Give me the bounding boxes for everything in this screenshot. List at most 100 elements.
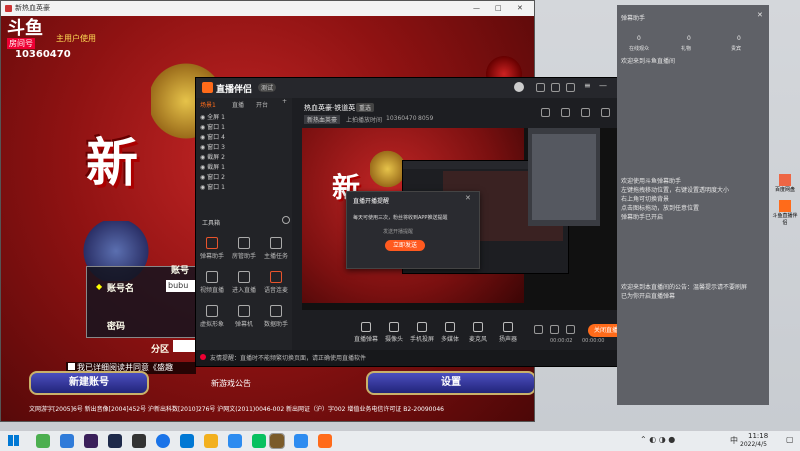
ctl-camera[interactable]: 摄像头 bbox=[380, 322, 408, 343]
source-item[interactable]: ◉ 窗口 1 bbox=[196, 183, 292, 193]
source-list: ◉ 全屏 1 ◉ 窗口 1 ◉ 窗口 4 ◉ 窗口 3 ◉ 截屏 2 ◉ 截屏 … bbox=[196, 113, 292, 193]
send-reminder-button[interactable]: 立即发送 bbox=[385, 240, 425, 251]
timer: 00:00:02 bbox=[550, 338, 573, 344]
taskbar-app-icon[interactable] bbox=[269, 433, 285, 449]
danmu-icon bbox=[361, 322, 371, 332]
ctl-microphone[interactable]: 麦克风 bbox=[464, 322, 492, 343]
phone-icon bbox=[417, 322, 427, 332]
desktop-icon-baidu[interactable]: 百度网盘 bbox=[772, 174, 798, 193]
clock-time[interactable]: 11:18 bbox=[748, 432, 768, 440]
taskbar-app-icon[interactable] bbox=[204, 434, 218, 448]
add-scene-icon[interactable]: + bbox=[282, 98, 287, 105]
game-title-bar[interactable]: 新热血英豪 — □ ✕ bbox=[1, 1, 534, 16]
preview-side-thumb bbox=[528, 128, 600, 226]
baidu-icon bbox=[779, 174, 791, 186]
danmu-assistant-panel[interactable]: 弹幕助手 ✕ 0 0 0 在线观众 礼物 贵宾 欢迎来到斗鱼直播间 欢迎使用斗鱼… bbox=[617, 5, 769, 405]
tab-scene1[interactable]: 场景1 bbox=[200, 100, 216, 109]
server-select[interactable] bbox=[173, 340, 196, 352]
taskbar-app-icon[interactable] bbox=[108, 434, 122, 448]
ctl-speaker[interactable]: 扬声器 bbox=[494, 322, 522, 343]
account-input[interactable]: bubu bbox=[166, 280, 198, 292]
taskbar-app-icon[interactable] bbox=[36, 434, 50, 448]
header-icon[interactable] bbox=[601, 108, 610, 117]
taskbar-app-icon[interactable] bbox=[252, 434, 266, 448]
source-item[interactable]: ◉ 全屏 1 bbox=[196, 113, 292, 123]
source-item[interactable]: ◉ 窗口 2 bbox=[196, 173, 292, 183]
tool-video-live[interactable]: 视频直播 bbox=[196, 267, 228, 299]
game-logo: 新 bbox=[86, 134, 139, 194]
ctl-danmu[interactable]: 直播弹幕 bbox=[352, 322, 380, 343]
dialog-close-icon[interactable]: ✕ bbox=[465, 194, 471, 202]
stat-value: 0 bbox=[687, 35, 691, 42]
tool-enter-live[interactable]: 进入直播 bbox=[228, 267, 260, 299]
source-item[interactable]: ◉ 窗口 4 bbox=[196, 133, 292, 143]
tool-data-assistant[interactable]: 数据助手 bbox=[260, 301, 292, 333]
taskbar-app-icon[interactable] bbox=[228, 434, 242, 448]
stat-value: 0 bbox=[637, 35, 641, 42]
tool-room-admin[interactable]: 房管助手 bbox=[228, 233, 260, 265]
settings-button[interactable]: 设置 bbox=[366, 371, 534, 395]
ime-indicator[interactable]: 中 bbox=[730, 435, 738, 446]
agree-checkbox[interactable] bbox=[68, 363, 75, 370]
tab-open[interactable]: 开台 bbox=[256, 100, 268, 109]
minimize-icon[interactable]: — bbox=[473, 1, 480, 16]
panel-message: 欢迎来到本直播间的公告：温馨提示请不要刷屏 已为你开启直播弹幕 bbox=[621, 284, 748, 300]
source-item[interactable]: ◉ 截屏 2 bbox=[196, 153, 292, 163]
preview-area[interactable]: 新 直播开播提醒 ✕ 每天可使用三次，粉丝将收到APP推送提醒 发送开播提醒 立… bbox=[302, 128, 628, 310]
record-icon[interactable] bbox=[534, 325, 543, 334]
tool-avatar[interactable]: 虚拟形象 bbox=[196, 301, 228, 333]
tool-danmu-assistant[interactable]: 弹幕助手 bbox=[196, 233, 228, 265]
tray-icons[interactable]: ⌃ ◐ ◑ ● bbox=[640, 435, 675, 444]
streamer-app-window[interactable]: 直播伴侣 测试 ≡ — ✕ 场景1 直播 开台 + ◉ 全屏 1 ◉ 窗口 1 … bbox=[195, 77, 635, 367]
taskbar-app-icon[interactable] bbox=[132, 434, 146, 448]
start-icon[interactable] bbox=[8, 435, 19, 446]
taskbar-app-icon[interactable] bbox=[318, 434, 332, 448]
tool-anchor-task[interactable]: 主播任务 bbox=[260, 233, 292, 265]
stat-label: 上拍播放时间 bbox=[346, 117, 383, 124]
mail-icon[interactable] bbox=[536, 83, 545, 92]
taskbar-app-icon[interactable] bbox=[156, 434, 170, 448]
panel-close-icon[interactable]: ✕ bbox=[757, 11, 763, 19]
clock-date[interactable]: 2022/4/5 bbox=[740, 441, 767, 448]
desktop-icon-streamer[interactable]: 斗鱼直播伴侣 bbox=[772, 200, 798, 226]
room-number: 10360470 bbox=[15, 49, 71, 60]
menu-icon[interactable]: ≡ bbox=[584, 81, 591, 90]
avatar[interactable] bbox=[514, 82, 524, 92]
game-tag[interactable]: 新热血英豪 bbox=[304, 115, 341, 124]
gift-icon[interactable] bbox=[551, 83, 560, 92]
server-label: 分区 bbox=[151, 345, 170, 355]
header-icon[interactable] bbox=[561, 108, 570, 117]
header-icon[interactable] bbox=[541, 108, 550, 117]
settings-icon[interactable] bbox=[566, 83, 575, 92]
new-account-button[interactable]: 新建账号 bbox=[29, 371, 149, 395]
source-item[interactable]: ◉ 窗口 3 bbox=[196, 143, 292, 153]
header-icon[interactable] bbox=[581, 108, 590, 117]
voice-icon bbox=[270, 271, 282, 283]
room-tag[interactable]: 重选 bbox=[356, 103, 375, 112]
minimize-icon[interactable]: — bbox=[599, 81, 607, 90]
tool-voice-link[interactable]: 语音连麦 bbox=[260, 267, 292, 299]
app-logo-icon bbox=[202, 82, 213, 93]
tab-live[interactable]: 直播 bbox=[232, 100, 244, 109]
taskbar-app-icon[interactable] bbox=[294, 434, 308, 448]
notification-icon[interactable]: ▢ bbox=[786, 435, 794, 444]
watch-icon[interactable] bbox=[550, 325, 559, 334]
close-icon[interactable]: ✕ bbox=[517, 1, 523, 16]
streamer-title-bar[interactable]: 直播伴侣 测试 ≡ — ✕ bbox=[196, 78, 634, 98]
taskbar-app-icon[interactable] bbox=[180, 434, 194, 448]
tool-danmu-machine[interactable]: 弹幕机 bbox=[228, 301, 260, 333]
ctl-phone-cast[interactable]: 手机投屏 bbox=[408, 322, 436, 343]
source-item[interactable]: ◉ 截屏 1 bbox=[196, 163, 292, 173]
toolbox-more-icon[interactable] bbox=[282, 216, 290, 224]
source-item[interactable]: ◉ 窗口 1 bbox=[196, 123, 292, 133]
stream-room-id: 10360470 bbox=[386, 115, 417, 122]
dialog-sub: 发送开播提醒 bbox=[383, 229, 414, 235]
ctl-media[interactable]: 多媒体 bbox=[436, 322, 464, 343]
panel-message: 欢迎使用斗鱼弹幕助手 左键拖拽移动位置，右键设置透明度大小 右上角可切换背景 点… bbox=[621, 178, 730, 221]
maximize-icon[interactable]: □ bbox=[495, 1, 502, 16]
account-label: 账号名 bbox=[107, 284, 135, 294]
more-settings-icon[interactable] bbox=[566, 325, 575, 334]
media-icon bbox=[445, 322, 455, 332]
taskbar-app-icon[interactable] bbox=[84, 434, 98, 448]
taskbar-app-icon[interactable] bbox=[60, 434, 74, 448]
